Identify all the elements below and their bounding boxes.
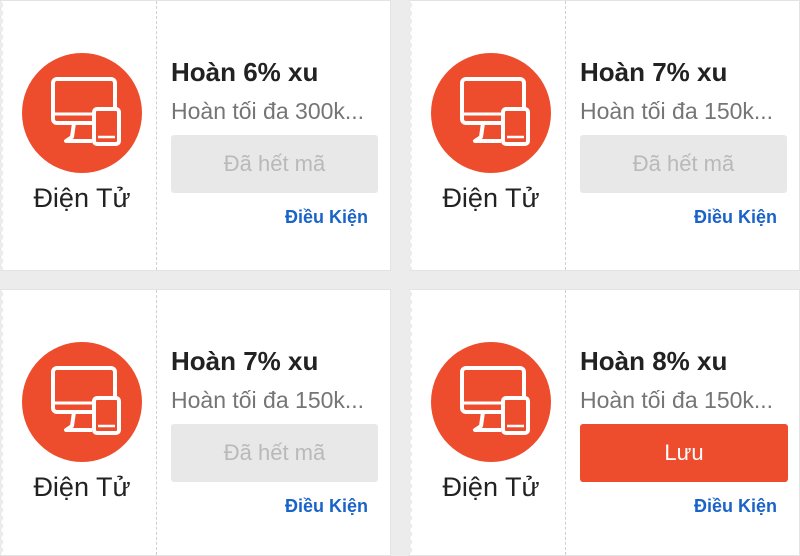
category-label: Điện Tử: [442, 472, 540, 502]
voucher-category-panel: Điện Tử: [1, 290, 157, 555]
voucher-description: Hoàn tối đa 150k...: [171, 387, 365, 413]
save-voucher-button[interactable]: Lưu: [580, 424, 788, 482]
conditions-link[interactable]: Điều Kiện: [285, 207, 368, 228]
voucher-category-panel: Điện Tử: [410, 1, 566, 270]
electronics-icon: [22, 342, 142, 462]
voucher-card: Điện Tử Hoàn 6% xu Hoàn tối đa 300k... Đ…: [0, 0, 391, 271]
category-label: Điện Tử: [33, 183, 131, 213]
electronics-icon: [22, 53, 142, 173]
category-label: Điện Tử: [33, 472, 131, 502]
voucher-title: Hoàn 7% xu: [580, 57, 728, 87]
out-of-stock-button: Đã hết mã: [171, 424, 378, 482]
conditions-link[interactable]: Điều Kiện: [285, 496, 368, 517]
voucher-category-panel: Điện Tử: [1, 1, 157, 270]
voucher-title: Hoàn 8% xu: [580, 346, 728, 376]
voucher-title: Hoàn 6% xu: [171, 57, 319, 87]
out-of-stock-button: Đã hết mã: [171, 135, 378, 193]
out-of-stock-button: Đã hết mã: [580, 135, 787, 193]
voucher-description: Hoàn tối đa 150k...: [580, 387, 774, 413]
electronics-icon: [431, 342, 551, 462]
electronics-icon: [431, 53, 551, 173]
conditions-link[interactable]: Điều Kiện: [694, 207, 777, 228]
voucher-category-panel: Điện Tử: [410, 290, 566, 555]
voucher-card: Điện Tử Hoàn 7% xu Hoàn tối đa 150k... Đ…: [0, 289, 391, 556]
conditions-link[interactable]: Điều Kiện: [694, 496, 777, 517]
voucher-card: Điện Tử Hoàn 8% xu Hoàn tối đa 150k... L…: [409, 289, 800, 556]
category-label: Điện Tử: [442, 183, 540, 213]
voucher-title: Hoàn 7% xu: [171, 346, 319, 376]
voucher-description: Hoàn tối đa 300k...: [171, 98, 365, 124]
voucher-card: Điện Tử Hoàn 7% xu Hoàn tối đa 150k... Đ…: [409, 0, 800, 271]
voucher-description: Hoàn tối đa 150k...: [580, 98, 774, 124]
